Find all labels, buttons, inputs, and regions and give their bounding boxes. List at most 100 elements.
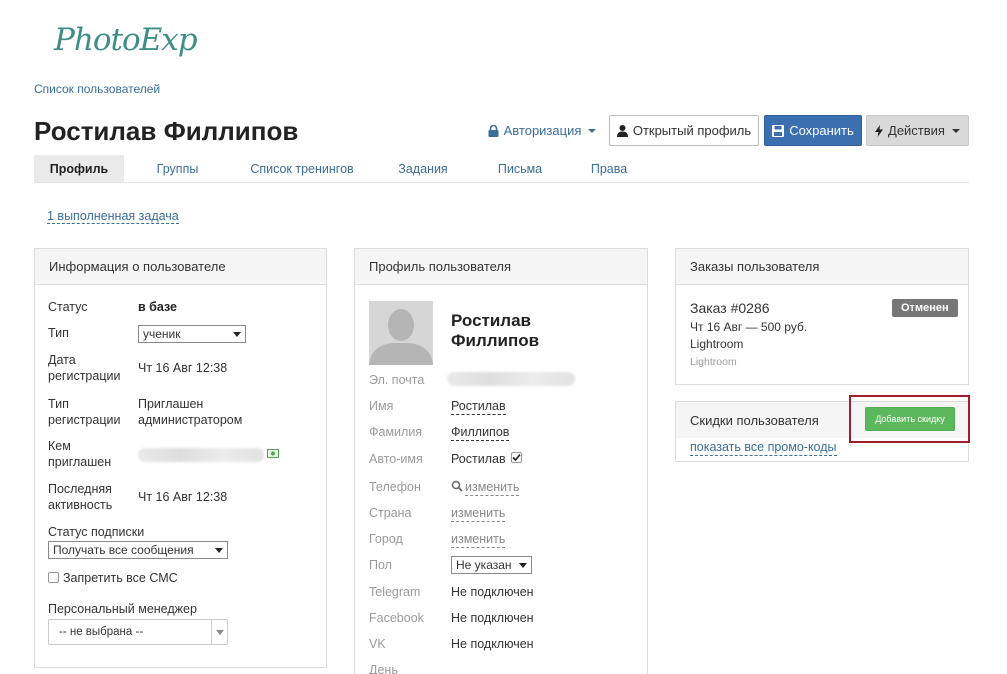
reg-date-label-1: Дата <box>48 353 76 367</box>
first-name-label: Имя <box>369 399 394 413</box>
avatar <box>369 301 433 365</box>
type-select-value: ученик <box>143 327 181 341</box>
auth-dropdown-button[interactable]: Авторизация <box>484 115 600 146</box>
checkmark-icon <box>512 453 521 462</box>
profile-panel: Профиль пользователя Ростилав Филлипов Э… <box>354 248 648 674</box>
reg-type-label-2: регистрации <box>48 413 121 427</box>
last-activity-value[interactable]: Чт 16 Авг 12:38 <box>138 489 227 505</box>
floppy-icon <box>772 124 785 137</box>
manager-select-value: -- не выбрана -- <box>59 626 144 638</box>
add-discount-button[interactable]: Добавить скидку <box>865 407 955 431</box>
manager-select-toggle[interactable] <box>211 620 227 644</box>
user-info-title: Информация о пользователе <box>35 249 326 285</box>
country-change-link[interactable]: изменить <box>451 505 506 522</box>
lightning-icon <box>875 124 884 137</box>
last-activity-label-2: активность <box>48 498 113 512</box>
completed-tasks-link[interactable]: 1 выполненная задача <box>47 209 179 224</box>
country-label: Страна <box>369 506 412 520</box>
dropdown-arrow-icon <box>215 547 223 553</box>
reg-date-value: Чт 16 Авг 12:38 <box>138 361 228 375</box>
type-select[interactable]: ученик <box>138 325 246 343</box>
vk-value: Не подключен <box>451 637 534 651</box>
logo[interactable]: PhotoExp <box>54 22 198 58</box>
city-change-link[interactable]: изменить <box>451 531 506 548</box>
save-button[interactable]: Сохранить <box>764 115 862 146</box>
reg-date-label-2: регистрации <box>48 369 121 383</box>
order-product: Lightroom <box>690 337 744 351</box>
vk-label: VK <box>369 637 386 651</box>
tab-rights[interactable]: Права <box>567 155 651 182</box>
caret-down-icon <box>588 128 597 133</box>
dropdown-arrow-icon <box>215 629 224 635</box>
gender-select[interactable]: Не указан <box>451 556 532 574</box>
tab-tasks[interactable]: Задания <box>373 155 473 182</box>
profile-name-line-1: Ростилав <box>451 311 532 330</box>
status-label: Статус <box>48 300 88 314</box>
manager-select[interactable]: -- не выбрана -- <box>48 619 228 645</box>
subscription-select[interactable]: Получать все сообщения <box>48 541 228 559</box>
save-label: Сохранить <box>789 123 854 138</box>
phone-label: Телефон <box>369 480 421 494</box>
orders-title: Заказы пользователя <box>676 249 968 285</box>
actions-label: Действия <box>888 123 945 138</box>
auto-name-label: Авто-имя <box>369 452 423 466</box>
status-value: в базе <box>138 300 177 314</box>
first-name-value[interactable]: Ростилав <box>451 398 506 415</box>
money-icon <box>267 449 279 458</box>
page-title: Ростилав Филлипов <box>34 116 299 146</box>
day-label: День <box>369 663 398 674</box>
order-status-badge: Отменен <box>892 299 958 317</box>
reg-type-value-2: администратором <box>138 413 243 427</box>
reg-type-value-1: Приглашен <box>138 397 204 411</box>
order-date-price: Чт 16 Авг — 500 руб. <box>690 320 808 334</box>
reg-type-label-1: Тип <box>48 397 69 411</box>
block-sms-checkbox[interactable] <box>48 572 59 583</box>
profile-title: Профиль пользователя <box>355 249 647 285</box>
last-activity-label-1: Последняя <box>48 482 112 496</box>
avatar-placeholder-icon <box>369 301 433 365</box>
order-link[interactable]: Заказ #0286 <box>690 300 770 316</box>
manager-label: Персональный менеджер <box>48 602 197 616</box>
search-icon <box>451 480 463 492</box>
last-name-label: Фамилия <box>369 425 423 439</box>
breadcrumb-users-list[interactable]: Список пользователей <box>34 82 160 96</box>
open-profile-label: Открытый профиль <box>632 123 752 138</box>
phone-change-link[interactable]: изменить <box>465 479 520 496</box>
open-profile-button[interactable]: Открытый профиль <box>609 115 759 146</box>
gender-select-value: Не указан <box>456 558 512 572</box>
invited-by-redacted <box>138 448 264 462</box>
telegram-value: Не подключен <box>451 585 534 599</box>
auto-name-value: Ростилав <box>451 452 506 466</box>
dropdown-arrow-icon <box>233 331 241 337</box>
tab-groups[interactable]: Группы <box>124 155 231 182</box>
city-label: Город <box>369 532 403 546</box>
caret-down-icon <box>951 128 960 133</box>
subscription-label: Статус подписки <box>48 525 145 539</box>
lock-icon <box>488 124 499 137</box>
invited-by-label-1: Кем <box>48 439 71 453</box>
user-info-panel: Информация о пользователе Статус в базе … <box>34 248 327 668</box>
telegram-label: Telegram <box>369 585 421 599</box>
order-product-sub: Lightroom <box>690 356 737 368</box>
tab-letters[interactable]: Письма <box>473 155 567 182</box>
subscription-select-value: Получать все сообщения <box>53 543 194 557</box>
tab-profile[interactable]: Профиль <box>34 155 124 182</box>
type-label: Тип <box>48 326 69 340</box>
user-icon <box>616 124 628 137</box>
email-label: Эл. почта <box>369 373 425 387</box>
last-name-value[interactable]: Филлипов <box>451 424 510 441</box>
orders-panel: Заказы пользователя Заказ #0286 Отменен … <box>675 248 969 385</box>
invited-by-label-2: приглашен <box>48 455 112 469</box>
gender-label: Пол <box>369 558 392 572</box>
auto-name-checkbox[interactable] <box>511 452 522 463</box>
profile-name-line-2: Филлипов <box>451 331 540 350</box>
profile-tabs: Профиль Группы Список тренингов Задания … <box>34 155 969 183</box>
dropdown-arrow-icon <box>519 562 527 568</box>
auth-label: Авторизация <box>503 123 582 138</box>
actions-dropdown-button[interactable]: Действия <box>866 115 969 146</box>
block-sms-label: Запретить все СМС <box>63 571 178 585</box>
facebook-value: Не подключен <box>451 611 534 625</box>
email-redacted <box>447 372 575 386</box>
show-promo-codes-link[interactable]: показать все промо-коды <box>690 439 837 456</box>
tab-trainings[interactable]: Список тренингов <box>231 155 373 182</box>
